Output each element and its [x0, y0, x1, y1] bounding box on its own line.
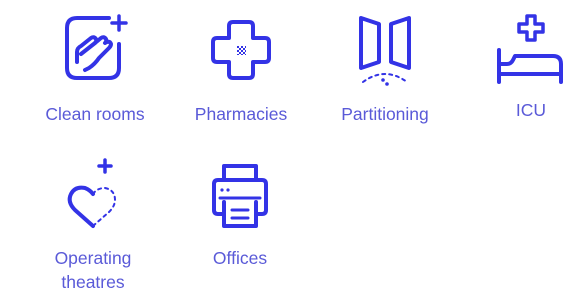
partition-doors-icon [345, 10, 425, 90]
feature-offices: Offices [168, 154, 312, 270]
medical-cross-icon [201, 10, 281, 90]
feature-operating-theatres: Operating theatres [21, 154, 165, 294]
feature-label: ICU [515, 100, 547, 120]
feature-label: Clean rooms [45, 104, 145, 124]
feature-label: Partitioning [341, 104, 429, 124]
feature-label: Offices [212, 248, 268, 268]
hospital-bed-icon [491, 10, 571, 90]
printer-icon [200, 154, 280, 234]
feature-pharmacies: Pharmacies [169, 10, 313, 126]
cleaning-hand-icon [55, 10, 135, 90]
feature-icu: ICU [459, 10, 576, 122]
feature-clean-rooms: Clean rooms [23, 10, 167, 126]
heart-icon [53, 154, 133, 234]
features-grid: Clean rooms Pharmacies Partitioning ICU … [0, 0, 576, 301]
feature-partitioning: Partitioning [313, 10, 457, 126]
feature-label: Operating theatres [54, 248, 132, 292]
feature-label: Pharmacies [194, 104, 288, 124]
